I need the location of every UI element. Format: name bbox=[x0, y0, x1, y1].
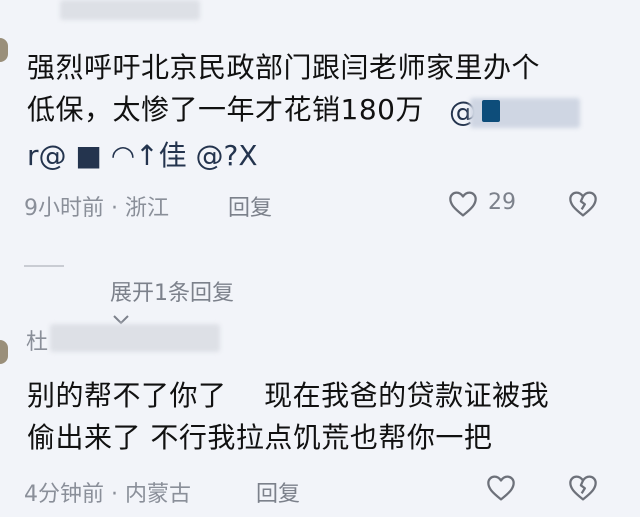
comment-text-line-2: 偷出来了 不行我拉点饥荒也帮你一把 bbox=[27, 421, 493, 454]
heart-outline-icon[interactable] bbox=[484, 472, 518, 504]
time-location: 9小时前 · 浙江 bbox=[24, 196, 169, 221]
partial-mentions-line[interactable]: r@ ■ ◠↑佳 @?X bbox=[27, 140, 347, 172]
comment-text-line-1: 别的帮不了你了 现在我爸的贷款证被我 bbox=[27, 379, 550, 412]
expand-divider bbox=[24, 265, 64, 267]
username-blurred-2[interactable] bbox=[50, 324, 220, 352]
reply-button[interactable]: 回复 bbox=[228, 190, 272, 222]
avatar[interactable] bbox=[0, 38, 8, 62]
heart-outline-icon[interactable] bbox=[446, 188, 480, 220]
broken-heart-icon[interactable] bbox=[566, 188, 600, 220]
avatar-2[interactable] bbox=[0, 340, 8, 364]
time-location: 4分钟前 · 内蒙古 bbox=[24, 482, 191, 507]
broken-heart-icon[interactable] bbox=[566, 472, 600, 504]
like-count: 29 bbox=[488, 190, 516, 215]
mention-block bbox=[482, 100, 500, 122]
comment-text-line-1: 强烈呼吁北京民政部门跟闫老师家里办个 bbox=[27, 51, 541, 84]
username-partial[interactable]: 杜 bbox=[26, 324, 48, 356]
expand-replies-label: 展开1条回复 bbox=[109, 281, 234, 306]
username-blurred[interactable] bbox=[60, 0, 200, 20]
reply-button[interactable]: 回复 bbox=[256, 476, 300, 508]
